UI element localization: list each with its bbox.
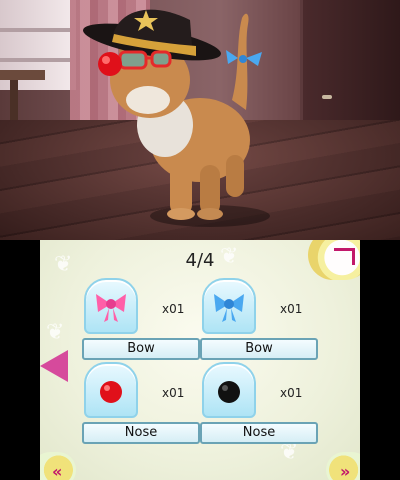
item-box[interactable] — [84, 362, 138, 418]
sunglasses-accessory — [118, 50, 172, 70]
item-quantity: x01 — [280, 386, 303, 400]
cat-leg — [200, 165, 220, 215]
pink-bow-icon — [96, 294, 126, 322]
cat-leg — [170, 160, 192, 215]
next-page-button[interactable]: » — [326, 452, 360, 480]
double-chevron-right-icon: » — [340, 462, 351, 480]
page-indicator: 4/4 — [185, 250, 215, 271]
item-label[interactable]: Bow — [200, 338, 318, 360]
item-menu: ❦ ❦ ❦ ❦ 4/4 x01 Bow x01 Bow x01 Nose x01… — [40, 240, 360, 480]
prev-page-button[interactable]: « — [40, 452, 76, 480]
item-box[interactable] — [202, 278, 256, 334]
item-quantity: x01 — [162, 302, 185, 316]
blue-bow-icon — [214, 294, 244, 322]
back-icon — [334, 248, 355, 265]
item-quantity: x01 — [280, 302, 303, 316]
butterfly-icon: ❦ — [54, 252, 73, 277]
item-label[interactable]: Bow — [82, 338, 200, 360]
butterfly-icon: ❦ — [46, 320, 65, 345]
item-label[interactable]: Nose — [82, 422, 200, 444]
cat[interactable] — [0, 0, 400, 240]
item-box[interactable] — [84, 278, 138, 334]
black-nose-icon — [218, 381, 240, 403]
arrow-left-icon[interactable] — [40, 350, 68, 382]
cat-leg — [226, 155, 244, 197]
red-nose-accessory — [98, 52, 122, 76]
back-button[interactable] — [308, 240, 360, 280]
double-chevron-left-icon: « — [52, 462, 63, 480]
item-box[interactable] — [202, 362, 256, 418]
item-quantity: x01 — [162, 386, 185, 400]
item-label[interactable]: Nose — [200, 422, 318, 444]
top-screen — [0, 0, 400, 240]
red-nose-icon — [100, 381, 122, 403]
